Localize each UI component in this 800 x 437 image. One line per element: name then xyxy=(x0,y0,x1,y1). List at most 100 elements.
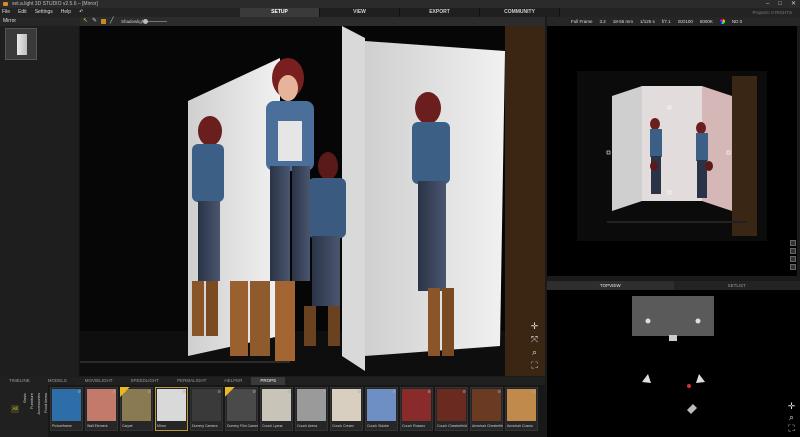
focal-length[interactable]: 18-55 mm xyxy=(613,19,633,24)
category-all[interactable]: All xyxy=(11,405,19,413)
tab-timeline[interactable]: TIMELINE xyxy=(0,377,39,385)
maximize-icon[interactable]: □ xyxy=(778,0,782,8)
aperture-ratio[interactable]: 3.2 xyxy=(600,19,606,24)
f-stop[interactable]: f/7.1 xyxy=(662,19,671,24)
menu-help[interactable]: Help xyxy=(61,8,71,17)
tab-setlist[interactable]: SETLIST xyxy=(674,281,800,290)
prop-item[interactable]: ⚙ Wall Element xyxy=(85,387,118,431)
gear-icon[interactable]: ⚙ xyxy=(392,389,396,394)
gear-icon[interactable]: ⚙ xyxy=(427,389,431,394)
shadowlight-slider-knob[interactable] xyxy=(143,19,148,24)
object-panel-title: Mirror xyxy=(0,17,80,26)
nd-filter[interactable]: ND 0 xyxy=(732,19,742,24)
shadowlight-label: Shadowlight xyxy=(121,19,146,24)
shadowlight-slider[interactable] xyxy=(145,21,167,22)
gear-icon[interactable]: ⚙ xyxy=(357,389,361,394)
close-icon[interactable]: ✕ xyxy=(791,0,796,8)
category-basic[interactable]: Basic xyxy=(22,393,27,403)
tab-props[interactable]: PROPS xyxy=(251,377,286,385)
tab-movielight[interactable]: MOVIELIGHT xyxy=(76,377,122,385)
tab-helper[interactable]: HELPER xyxy=(215,377,251,385)
gear-icon[interactable]: ⚙ xyxy=(462,389,466,394)
shutter-speed[interactable]: 1/125 s xyxy=(640,19,655,24)
fit-view-icon[interactable]: ⛶ xyxy=(530,361,539,370)
select-tool-icon[interactable]: ↖ xyxy=(83,18,88,24)
tab-view[interactable]: VIEW xyxy=(320,8,400,17)
category-food-items[interactable]: Food Items xyxy=(43,393,48,413)
prop-item[interactable]: ⚙ Couch Chesterfield xyxy=(435,387,468,431)
color-swatch-icon[interactable] xyxy=(101,19,106,24)
prop-item[interactable]: ⚙ Armchair Cosmo xyxy=(505,387,538,431)
prop-label: Couch Chesterfield xyxy=(437,424,467,428)
tab-models[interactable]: MODELS xyxy=(39,377,76,385)
menu-edit[interactable]: Edit xyxy=(18,8,27,17)
gear-icon[interactable]: ⚙ xyxy=(252,389,256,394)
prop-label: Wall Element xyxy=(87,424,108,428)
move-gizmo-icon[interactable]: ✛ xyxy=(530,322,539,331)
prop-item[interactable]: ⚙ Couch Arena xyxy=(295,387,328,431)
category-accessories[interactable]: Accessories xyxy=(36,393,41,415)
undo-icon[interactable]: ↶ xyxy=(79,8,83,17)
side-control-2[interactable] xyxy=(790,248,796,254)
title-bar: set.a.light 3D STUDIO v2.5.6 – [Mirror] … xyxy=(0,0,800,8)
menu-file[interactable]: File xyxy=(2,8,10,17)
gear-icon[interactable]: ⚙ xyxy=(182,389,186,394)
gear-icon[interactable]: ⚙ xyxy=(77,389,81,394)
minimize-icon[interactable]: – xyxy=(766,0,769,8)
side-control-3[interactable] xyxy=(790,256,796,262)
gear-icon[interactable]: ⚙ xyxy=(322,389,326,394)
gear-icon[interactable]: ⚙ xyxy=(287,389,291,394)
color-wheel-icon[interactable] xyxy=(719,19,725,24)
brush-tool-icon[interactable]: ✎ xyxy=(92,18,97,24)
view-tabs: TOPVIEW SETLIST xyxy=(547,281,800,290)
measure-tool-icon[interactable]: ╱ xyxy=(110,18,115,24)
side-control-4[interactable] xyxy=(790,264,796,270)
prop-label: Dummy Camera xyxy=(192,424,218,428)
camera-preview[interactable] xyxy=(547,26,797,276)
side-control-1[interactable] xyxy=(790,240,796,246)
pan-icon[interactable]: ⤧ xyxy=(530,335,539,344)
prop-item[interactable]: ⚙ Armchair Chesterfield xyxy=(470,387,503,431)
app-logo-icon xyxy=(3,2,8,6)
menu-settings[interactable]: Settings xyxy=(35,8,53,17)
sensor-format[interactable]: Full Frame xyxy=(571,19,593,24)
prop-item[interactable]: ⚙ Dummy Camera xyxy=(190,387,223,431)
prop-label: Mirror xyxy=(157,424,167,428)
tab-topview[interactable]: TOPVIEW xyxy=(547,281,674,290)
topview-zoom-icon[interactable]: ⌕ xyxy=(787,413,796,422)
main-3d-viewport[interactable]: ✛ ⤧ ⌕ ⛶ xyxy=(80,26,545,376)
topview-render xyxy=(632,296,714,414)
prop-item[interactable]: ⚙ Couch Lyana xyxy=(260,387,293,431)
iso[interactable]: ISO100 xyxy=(678,19,693,24)
tab-community[interactable]: COMMUNITY xyxy=(480,8,560,17)
prop-label: Armchair Chesterfield xyxy=(472,424,503,428)
prop-item[interactable]: ⚙ Couch Sidobe xyxy=(365,387,398,431)
zoom-icon[interactable]: ⌕ xyxy=(530,348,539,357)
tab-setup[interactable]: SETUP xyxy=(240,8,320,17)
prop-label: Pictureframe xyxy=(52,424,72,428)
gear-icon[interactable]: ⚙ xyxy=(217,389,221,394)
mirror-thumbnail[interactable] xyxy=(5,28,37,60)
topview-panel[interactable]: ✛ ⌕ ⛶ xyxy=(547,290,800,437)
tab-export[interactable]: EXPORT xyxy=(400,8,480,17)
gear-icon[interactable]: ⚙ xyxy=(497,389,501,394)
tab-permalight[interactable]: PERMALIGHT xyxy=(168,377,215,385)
prop-item[interactable]: ⚙ Couch Cream xyxy=(330,387,363,431)
topview-fit-icon[interactable]: ⛶ xyxy=(787,424,796,433)
prop-item[interactable]: ⚙ Carpet xyxy=(120,387,153,431)
app-window: set.a.light 3D STUDIO v2.5.6 – [Mirror] … xyxy=(0,0,800,437)
tab-speedlight[interactable]: SPEEDLIGHT xyxy=(122,377,169,385)
prop-item[interactable]: ⚙ Mirror xyxy=(155,387,188,431)
category-furniture[interactable]: Furniture xyxy=(29,393,34,409)
topview-move-icon[interactable]: ✛ xyxy=(787,402,796,411)
library-tabs: TIMELINE MODELS MOVIELIGHT SPEEDLIGHT PE… xyxy=(0,377,545,385)
prop-label: Armchair Cosmo xyxy=(507,424,534,428)
white-balance[interactable]: 6000K xyxy=(700,19,713,24)
prop-item[interactable]: ⚙ Couch Rosano xyxy=(400,387,433,431)
gear-icon[interactable]: ⚙ xyxy=(112,389,116,394)
gear-icon[interactable]: ⚙ xyxy=(147,389,151,394)
prop-item[interactable]: ⚙ Dummy Film Camera xyxy=(225,387,258,431)
scene-render xyxy=(80,26,545,376)
gear-icon[interactable]: ⚙ xyxy=(532,389,536,394)
prop-item[interactable]: ⚙ Pictureframe xyxy=(50,387,83,431)
